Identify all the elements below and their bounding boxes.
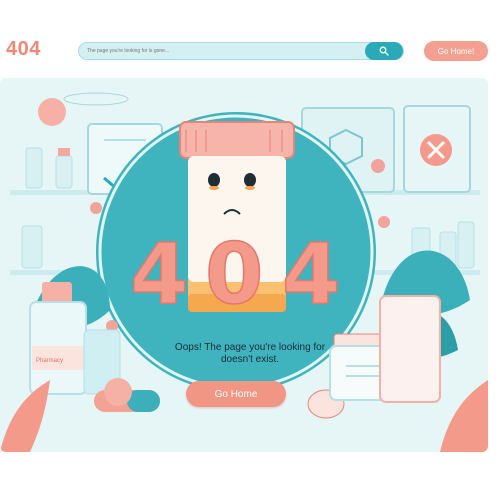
search-bar (78, 42, 404, 60)
search-icon (379, 46, 389, 56)
error-message-line1: Oops! The page you're looking for (174, 342, 326, 353)
error-card (403, 105, 471, 193)
error-code-digit-left: 4 (130, 225, 188, 323)
search-input[interactable] (79, 43, 373, 59)
search-button[interactable] (365, 42, 403, 60)
error-code-digit-right: 4 (282, 225, 340, 323)
bottle-label: Pharmacy (36, 358, 64, 364)
logo[interactable]: 404 (6, 38, 41, 61)
go-home-button[interactable]: Go Home (186, 381, 286, 407)
error-code-digit-middle: 0 (205, 225, 263, 323)
go-home-button-header[interactable]: Go Home! (424, 41, 488, 61)
decorative-ball (38, 98, 66, 126)
error-message: Oops! The page you're looking for doesn'… (120, 342, 380, 366)
error-message-line2: doesn't exist. (220, 354, 280, 365)
